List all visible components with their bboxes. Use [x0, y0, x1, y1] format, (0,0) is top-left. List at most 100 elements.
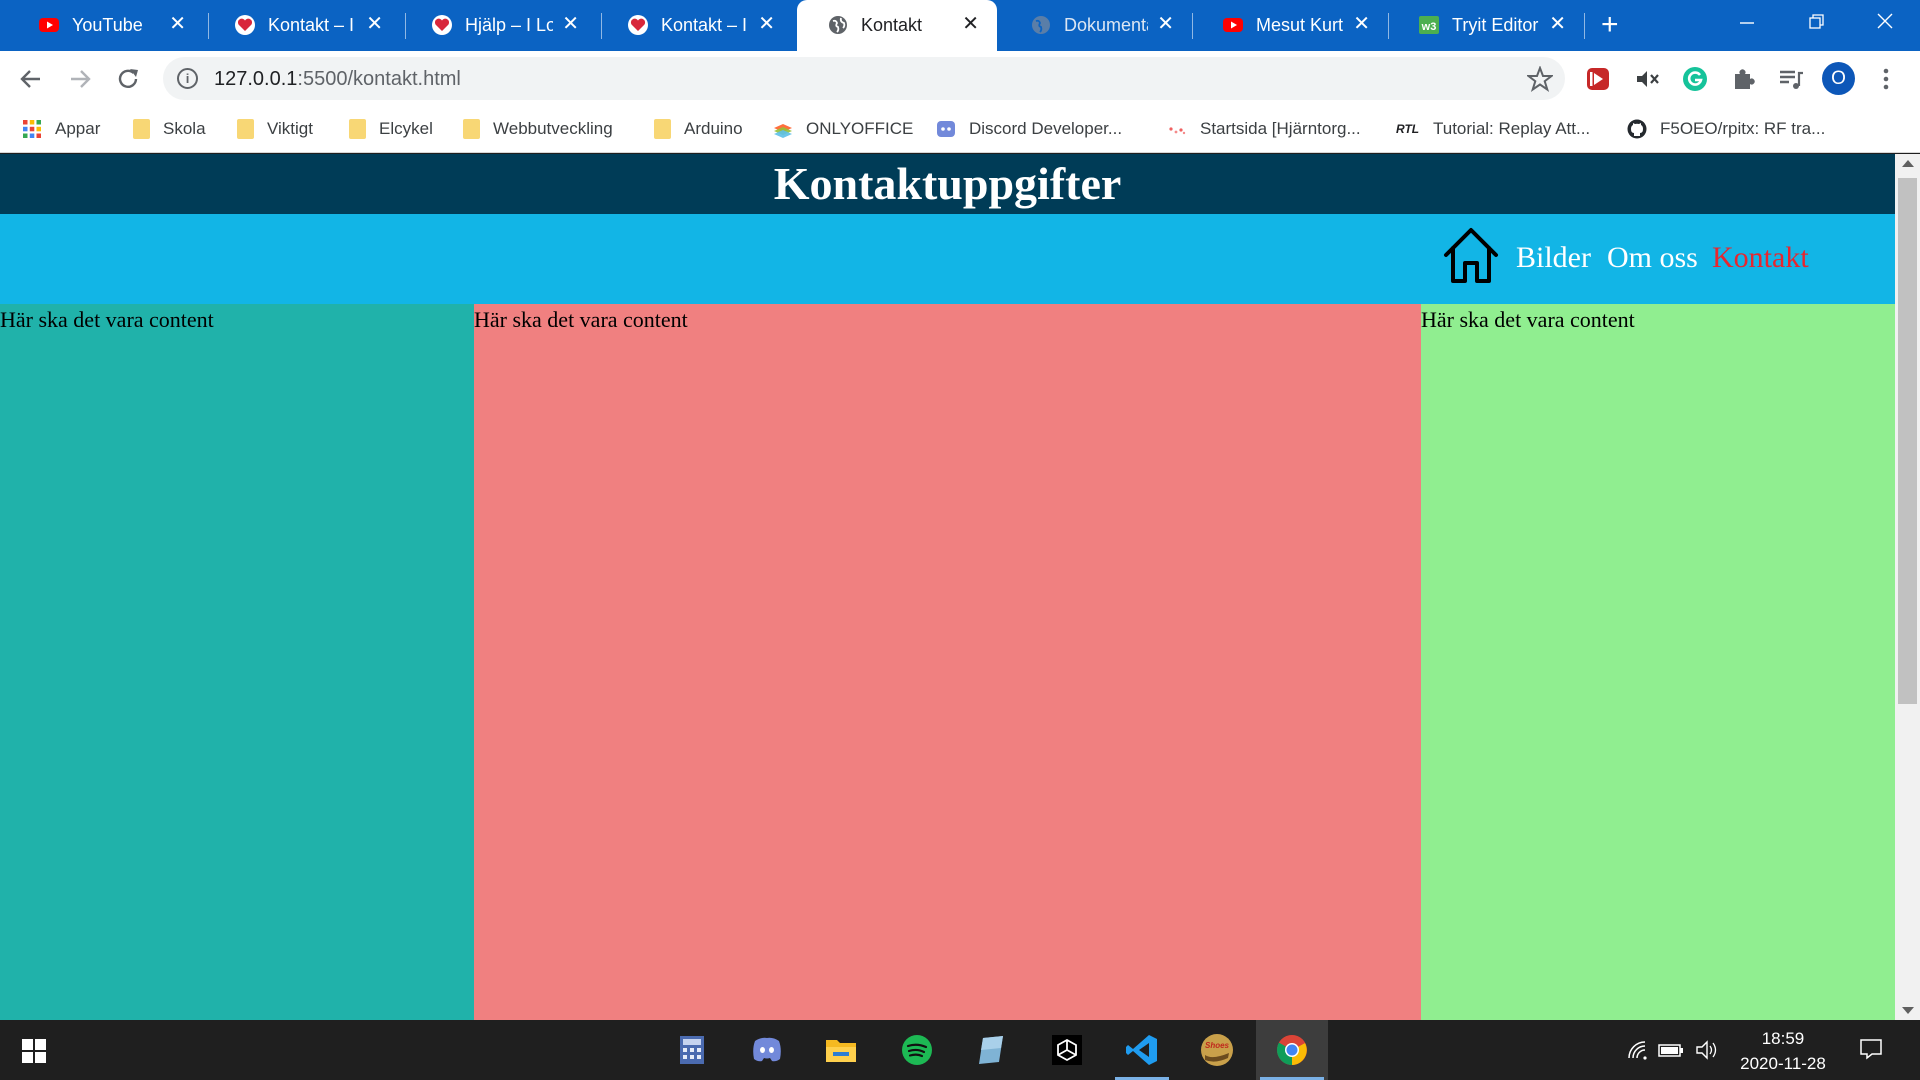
- tab-close-button[interactable]: ✕: [758, 13, 775, 35]
- tab-title: Dokumentation: [1064, 15, 1148, 35]
- nav-link-om-oss[interactable]: Om oss: [1607, 241, 1698, 275]
- bookmark-startsida[interactable]: Startsida [Hjärntorg...: [1167, 114, 1361, 144]
- tab-dokumentation[interactable]: Dokumentation ✕: [1000, 0, 1192, 51]
- battery-icon[interactable]: [1658, 1042, 1684, 1058]
- folder-icon: [237, 119, 254, 139]
- vertical-scrollbar[interactable]: [1895, 154, 1920, 1020]
- extensions-puzzle-icon[interactable]: [1730, 65, 1758, 93]
- bookmark-onlyoffice[interactable]: ONLYOFFICE: [773, 114, 913, 144]
- restore-icon[interactable]: [1808, 13, 1826, 31]
- w3schools-icon: w3: [1419, 16, 1439, 34]
- bookmark-label: ONLYOFFICE: [806, 119, 914, 138]
- tab-close-button[interactable]: ✕: [366, 13, 383, 35]
- tab-kontakt-ilove[interactable]: Kontakt – I Love ✕: [204, 0, 401, 51]
- content-columns: Här ska det vara content Här ska det var…: [0, 304, 1895, 1020]
- taskbar-spotify[interactable]: [886, 1020, 948, 1080]
- bookmark-label: Skola: [163, 119, 206, 138]
- back-arrow-icon[interactable]: [14, 62, 48, 96]
- new-tab-button[interactable]: +: [1601, 10, 1619, 40]
- tab-close-button[interactable]: ✕: [562, 13, 579, 35]
- tab-close-button[interactable]: ✕: [962, 13, 979, 35]
- heart-icon: [628, 15, 648, 35]
- reload-icon[interactable]: [111, 62, 145, 96]
- more-menu-icon[interactable]: [1872, 65, 1900, 93]
- forward-arrow-icon[interactable]: [63, 62, 97, 96]
- volume-icon[interactable]: [1695, 1040, 1719, 1060]
- svg-text:Shoes: Shoes: [1205, 1041, 1230, 1050]
- tab-tryit-editor[interactable]: w3 Tryit Editor v ✕: [1388, 0, 1584, 51]
- windows-start-icon[interactable]: [22, 1039, 46, 1063]
- column-text: Här ska det vara content: [1421, 307, 1635, 332]
- bookmark-appar[interactable]: Appar: [22, 114, 100, 144]
- window-close-icon[interactable]: [1876, 12, 1894, 30]
- taskbar-calculator[interactable]: [661, 1020, 723, 1080]
- tab-title: Mesut Kurtis: [1256, 15, 1344, 35]
- bookmark-label: Webbutveckling: [493, 119, 613, 138]
- bookmark-discord-developer[interactable]: Discord Developer...: [936, 114, 1122, 144]
- tab-separator: [1584, 13, 1585, 39]
- taskbar-unity[interactable]: [1036, 1020, 1098, 1080]
- grammarly-icon[interactable]: [1681, 65, 1709, 93]
- scroll-down-arrow-icon[interactable]: [1902, 1007, 1914, 1014]
- bookmarks-bar: Appar Skola Viktigt Elcykel Webbutveckli…: [0, 106, 1920, 153]
- bookmark-label: F5OEO/rpitx: RF tra...: [1660, 119, 1826, 138]
- tab-hjalp-ilove[interactable]: Hjälp – I Love ✕: [401, 0, 597, 51]
- tab-kontakt-active[interactable]: Kontakt ✕: [797, 0, 997, 51]
- bookmark-elcykel[interactable]: Elcykel: [349, 114, 433, 144]
- clock-date: 2020-11-28: [1740, 1054, 1826, 1073]
- content-column-right: Här ska det vara content: [1421, 304, 1895, 1020]
- taskbar-notepad[interactable]: [960, 1020, 1022, 1080]
- bookmark-star-icon[interactable]: [1527, 66, 1553, 92]
- url-host: 127.0.0.1: [214, 68, 298, 90]
- onlyoffice-icon: [774, 124, 792, 138]
- bookmark-viktigt[interactable]: Viktigt: [237, 114, 313, 144]
- bookmark-label: Arduino: [684, 119, 743, 138]
- taskbar-shoes-app[interactable]: Shoes: [1186, 1020, 1248, 1080]
- mute-tab-icon[interactable]: [1633, 65, 1661, 93]
- folder-icon: [463, 119, 480, 139]
- tab-close-button[interactable]: ✕: [169, 13, 186, 35]
- site-info-icon[interactable]: i: [177, 68, 198, 89]
- taskbar-discord[interactable]: [736, 1020, 798, 1080]
- video-extension-icon[interactable]: [1584, 65, 1612, 93]
- taskbar-file-explorer[interactable]: [810, 1020, 872, 1080]
- taskbar-vscode[interactable]: [1111, 1020, 1173, 1080]
- dots-icon: [1169, 127, 1186, 135]
- bookmark-tutorial-replay[interactable]: RTL Tutorial: Replay Att...: [1396, 114, 1590, 144]
- github-icon: [1627, 119, 1647, 139]
- tab-mesut-kurtis[interactable]: Mesut Kurtis ✕: [1192, 0, 1388, 51]
- media-control-icon[interactable]: [1777, 65, 1805, 93]
- bookmark-arduino[interactable]: Arduino: [654, 114, 743, 144]
- scroll-up-arrow-icon[interactable]: [1902, 160, 1914, 167]
- scroll-thumb[interactable]: [1898, 178, 1917, 704]
- url-text[interactable]: 127.0.0.1:5500/kontakt.html: [214, 68, 461, 91]
- tab-close-button[interactable]: ✕: [1157, 13, 1174, 35]
- column-text: Här ska det vara content: [474, 307, 688, 332]
- url-path: :5500/kontakt.html: [297, 68, 461, 90]
- tab-close-button[interactable]: ✕: [1549, 13, 1566, 35]
- bookmark-rpitx[interactable]: F5OEO/rpitx: RF tra...: [1627, 114, 1825, 144]
- clock-time: 18:59: [1761, 1029, 1805, 1048]
- bookmark-webbutveckling[interactable]: Webbutveckling: [463, 114, 613, 144]
- minimize-icon[interactable]: [1738, 14, 1756, 32]
- bookmark-label: Appar: [55, 119, 101, 138]
- bookmark-skola[interactable]: Skola: [133, 114, 206, 144]
- shoes-app-icon: Shoes: [1201, 1034, 1233, 1066]
- notification-center-icon[interactable]: [1859, 1037, 1883, 1061]
- discord-icon: [753, 1037, 781, 1062]
- nav-link-bilder[interactable]: Bilder: [1516, 241, 1591, 275]
- address-bar[interactable]: i 127.0.0.1:5500/kontakt.html: [163, 57, 1565, 100]
- taskbar-chrome[interactable]: [1256, 1020, 1328, 1080]
- tab-kontakt-ilove-2[interactable]: Kontakt – I Love ✕: [597, 0, 793, 51]
- home-icon[interactable]: [1440, 225, 1502, 287]
- nav-link-kontakt[interactable]: Kontakt: [1712, 241, 1809, 275]
- tab-youtube[interactable]: YouTube ✕: [8, 0, 204, 51]
- network-wifi-icon[interactable]: [1627, 1040, 1649, 1060]
- profile-avatar[interactable]: O: [1822, 62, 1855, 95]
- system-clock[interactable]: 18:59 2020-11-28: [1728, 1026, 1838, 1076]
- heart-icon: [432, 15, 452, 35]
- tab-close-button[interactable]: ✕: [1353, 13, 1370, 35]
- bookmark-label: Elcykel: [379, 119, 433, 138]
- apps-grid-icon: [23, 120, 41, 138]
- globe-icon: [829, 16, 847, 34]
